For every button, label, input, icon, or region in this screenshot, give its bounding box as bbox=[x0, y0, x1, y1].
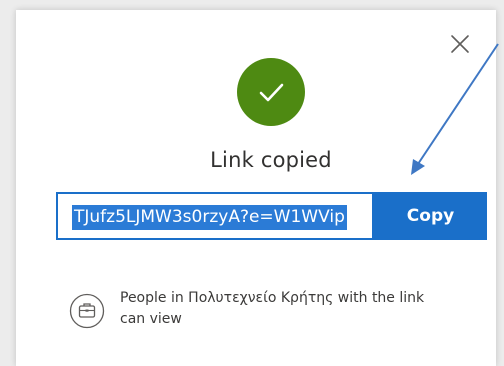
link-url-text[interactable]: TJufz5LJMW3s0rzyA?e=W1WVip bbox=[72, 205, 347, 230]
link-url-field[interactable]: TJufz5LJMW3s0rzyA?e=W1WVip bbox=[56, 192, 374, 240]
close-icon bbox=[451, 35, 469, 53]
close-button[interactable] bbox=[448, 32, 472, 56]
copy-button[interactable]: Copy bbox=[374, 192, 487, 240]
permission-icon-badge[interactable] bbox=[69, 293, 105, 329]
success-badge bbox=[237, 58, 305, 126]
permission-description[interactable]: People in Πολυτεχνείο Κρήτης with the li… bbox=[120, 288, 450, 330]
briefcase-icon bbox=[69, 293, 105, 329]
checkmark-icon bbox=[259, 83, 284, 102]
share-link-dialog: Link copied TJufz5LJMW3s0rzyA?e=W1WVip C… bbox=[16, 10, 496, 366]
dialog-title: Link copied bbox=[210, 148, 332, 172]
